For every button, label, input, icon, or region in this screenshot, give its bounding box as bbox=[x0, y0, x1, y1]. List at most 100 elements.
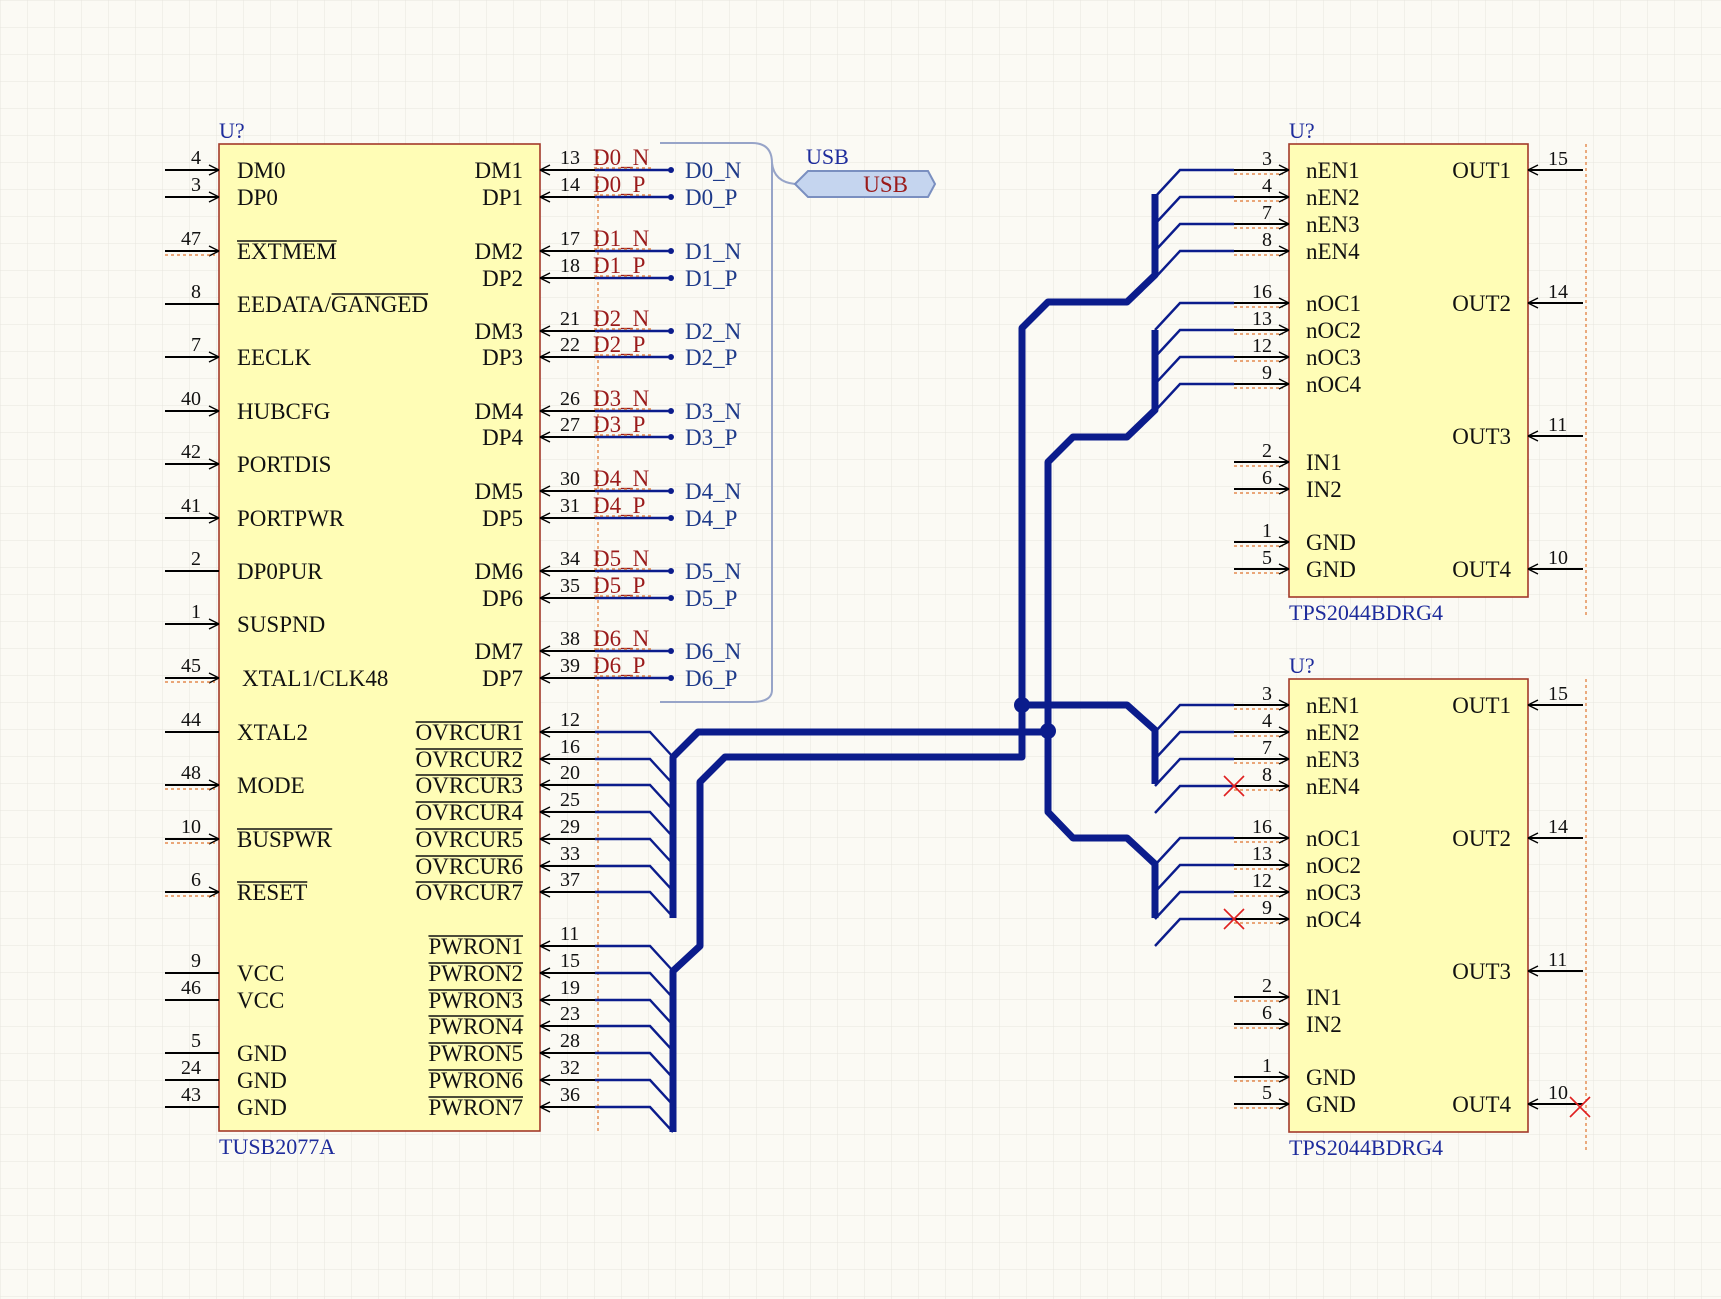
pin-number: 16 bbox=[1252, 281, 1272, 303]
pin-number: 12 bbox=[560, 709, 580, 731]
pin-number: 17 bbox=[560, 228, 580, 250]
pin-number: 36 bbox=[560, 1084, 580, 1106]
component-tusb2077a[interactable]: U? TUSB2077A 4 DM0 3 DP0 47 EXTMEM 8 EEDATA/GANGE… bbox=[165, 118, 595, 1159]
pin-number: 11 bbox=[560, 923, 579, 945]
pin-number: 42 bbox=[181, 441, 201, 463]
pin-name: nOC4 bbox=[1306, 907, 1361, 932]
pin-number: 31 bbox=[560, 495, 580, 517]
net-label: D0_N bbox=[593, 145, 650, 170]
junction-dot bbox=[668, 515, 674, 521]
pin-name: nEN1 bbox=[1306, 693, 1360, 718]
harness-entry: D5_N bbox=[685, 559, 742, 584]
harness-entry: D5_P bbox=[685, 586, 737, 611]
pin-name: OUT1 bbox=[1452, 693, 1511, 718]
pin-number: 48 bbox=[181, 762, 201, 784]
pin-name: BUSPWR bbox=[237, 827, 332, 852]
pin-number: 20 bbox=[560, 762, 580, 784]
pin-number: 7 bbox=[1262, 202, 1272, 224]
junction-dot bbox=[668, 648, 674, 654]
pin-number: 46 bbox=[181, 977, 201, 999]
pin-number: 39 bbox=[560, 655, 580, 677]
pin-number: 1 bbox=[1262, 1055, 1272, 1077]
designator: U? bbox=[219, 118, 245, 143]
pin-number: 16 bbox=[1252, 816, 1272, 838]
pin-name: DM2 bbox=[474, 239, 523, 264]
pin-name: GND bbox=[237, 1095, 287, 1120]
pin-number: 4 bbox=[1262, 175, 1272, 197]
pin-name: nOC2 bbox=[1306, 853, 1361, 878]
pin-number: 4 bbox=[1262, 710, 1272, 732]
pin-number: 13 bbox=[1252, 308, 1272, 330]
pin-name: OUT4 bbox=[1452, 1092, 1511, 1117]
junction-dot bbox=[668, 434, 674, 440]
pin-name: VCC bbox=[237, 988, 284, 1013]
pin-number: 16 bbox=[560, 736, 580, 758]
pin-number: 32 bbox=[560, 1057, 580, 1079]
harness-entry: D2_N bbox=[685, 319, 742, 344]
net-label: D1_N bbox=[593, 226, 650, 251]
pin-name: nEN2 bbox=[1306, 185, 1360, 210]
pin-number: 22 bbox=[560, 334, 580, 356]
harness-entry: D1_P bbox=[685, 266, 737, 291]
net-label: D3_P bbox=[593, 412, 645, 437]
pin-name: DM1 bbox=[474, 158, 523, 183]
net-label: D6_P bbox=[593, 653, 645, 678]
pin-name: nEN2 bbox=[1306, 720, 1360, 745]
pin-number: 11 bbox=[1548, 949, 1567, 971]
pin-name: PORTDIS bbox=[237, 452, 331, 477]
pin-number: 44 bbox=[181, 709, 201, 731]
pin-number: 10 bbox=[1548, 547, 1568, 569]
pin-number: 12 bbox=[1252, 335, 1272, 357]
pin-name: DP1 bbox=[482, 185, 523, 210]
pin-number: 24 bbox=[181, 1057, 201, 1079]
pin-name: nOC1 bbox=[1306, 291, 1361, 316]
pin-name: HUBCFG bbox=[237, 399, 330, 424]
pin-name: GND bbox=[1306, 1092, 1356, 1117]
pin-name: nEN4 bbox=[1306, 774, 1360, 799]
pin-number: 8 bbox=[1262, 229, 1272, 251]
pin-name: GND bbox=[1306, 557, 1356, 582]
bus-junction bbox=[1040, 723, 1056, 739]
harness-entry: D1_N bbox=[685, 239, 742, 264]
net-label: D4_N bbox=[593, 466, 650, 491]
part-name: TUSB2077A bbox=[219, 1134, 335, 1159]
net-label: D5_P bbox=[593, 573, 645, 598]
pin-number: 19 bbox=[560, 977, 580, 999]
pin-number: 6 bbox=[1262, 1002, 1272, 1024]
pin-number: 15 bbox=[560, 950, 580, 972]
pin-number: 15 bbox=[1548, 683, 1568, 705]
net-label: D2_P bbox=[593, 332, 645, 357]
pin-name: DP3 bbox=[482, 345, 523, 370]
pin-number: 13 bbox=[560, 147, 580, 169]
pin-number: 3 bbox=[1262, 148, 1272, 170]
pin-number: 7 bbox=[191, 334, 201, 356]
pin-number: 25 bbox=[560, 789, 580, 811]
schematic-sheet[interactable]: U?TUSB2077A4 DM03 DP047 EXTMEM8 EEDATA/GANGE… bbox=[0, 0, 1721, 1299]
pin-name: OUT3 bbox=[1452, 424, 1511, 449]
pin-number: 8 bbox=[191, 281, 201, 303]
pin-number: 34 bbox=[560, 548, 580, 570]
bus-junction bbox=[1014, 697, 1030, 713]
pin-number: 28 bbox=[560, 1030, 580, 1052]
pin-name: DP5 bbox=[482, 506, 523, 531]
pin-number: 1 bbox=[1262, 520, 1272, 542]
net-label: D6_N bbox=[593, 626, 650, 651]
pin-name: IN1 bbox=[1306, 450, 1342, 475]
pin-number: 12 bbox=[1252, 870, 1272, 892]
pin-name: nOC4 bbox=[1306, 372, 1361, 397]
pin-name: OUT2 bbox=[1452, 291, 1511, 316]
pin-name: OVRCUR7 bbox=[416, 880, 523, 905]
pin-name: OUT4 bbox=[1452, 557, 1511, 582]
pin-name: DP6 bbox=[482, 586, 523, 611]
pin-number: 5 bbox=[1262, 547, 1272, 569]
pin-number: 27 bbox=[560, 414, 580, 436]
net-label: D4_P bbox=[593, 493, 645, 518]
pin-name: DP0 bbox=[237, 185, 278, 210]
pin-name: PWRON3 bbox=[428, 988, 523, 1013]
pin-number: 5 bbox=[1262, 1082, 1272, 1104]
harness-entry: D3_P bbox=[685, 425, 737, 450]
junction-dot bbox=[668, 595, 674, 601]
pin-number: 14 bbox=[1548, 816, 1568, 838]
pin-name: PWRON2 bbox=[428, 961, 523, 986]
pin-number: 9 bbox=[191, 950, 201, 972]
